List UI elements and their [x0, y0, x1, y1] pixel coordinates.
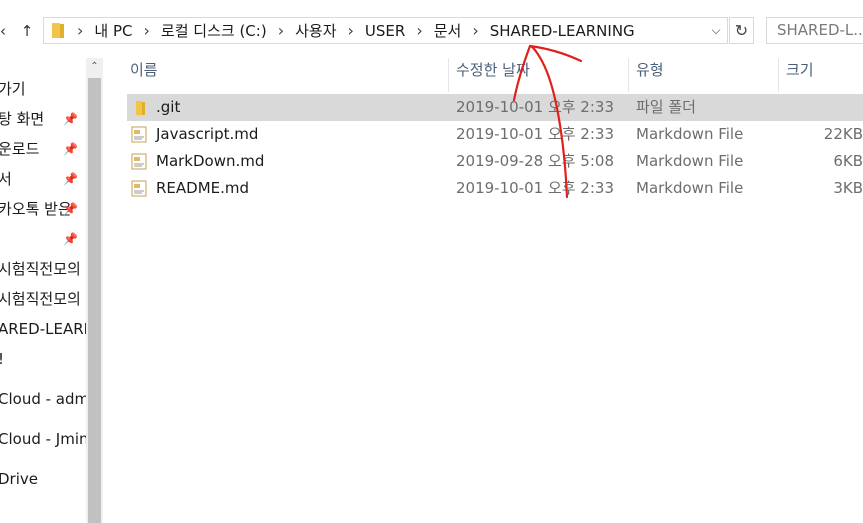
file-row-markdown-md[interactable]: MarkDown.md 2019-09-28 오후 5:08 Markdown … — [127, 148, 863, 175]
sidebar-item-misc[interactable]: ! — [0, 347, 86, 371]
sidebar-item-label: 서 — [0, 170, 12, 188]
back-chevron-icon[interactable]: ‹ — [0, 18, 12, 44]
sidebar-item-shared-learning[interactable]: ARED-LEARN — [0, 317, 86, 341]
breadcrumb-separator-icon[interactable]: › — [339, 21, 363, 40]
markdown-file-icon — [131, 153, 147, 170]
breadcrumb-separator-icon[interactable]: › — [135, 21, 159, 40]
breadcrumb-local-disk[interactable]: 로컬 디스크 (C:) — [159, 20, 269, 41]
file-row-javascript-md[interactable]: Javascript.md 2019-10-01 오후 2:33 Markdow… — [127, 121, 863, 148]
breadcrumb-shared-learning[interactable]: SHARED-LEARNING — [488, 22, 637, 40]
breadcrumb-separator-icon[interactable]: › — [463, 21, 487, 40]
file-name: Javascript.md — [156, 125, 259, 143]
sidebar-item-pictures[interactable]: 📌 — [0, 227, 86, 251]
markdown-file-icon — [131, 180, 147, 197]
breadcrumb-my-pc[interactable]: 내 PC — [92, 20, 134, 41]
sort-ascending-icon: ^ — [281, 58, 291, 65]
navigation-bar: ‹ ↑ › 내 PC › 로컬 디스크 (C:) › 사용자 › USER › … — [0, 0, 863, 58]
sidebar-item-label: ! — [0, 347, 4, 371]
file-name: README.md — [156, 179, 250, 197]
sidebar-item-label: Cloud - admi — [0, 390, 86, 408]
folder-icon — [136, 101, 145, 115]
breadcrumb: › 내 PC › 로컬 디스크 (C:) › 사용자 › USER › 문서 ›… — [68, 18, 637, 43]
sidebar-item-exam-folder-2[interactable]: 시험직전모의 — [0, 287, 86, 311]
scrollbar-thumb[interactable] — [88, 78, 101, 523]
file-name: MarkDown.md — [156, 152, 265, 170]
address-history-dropdown-icon[interactable]: ⌵ — [704, 17, 728, 44]
file-row-readme-md[interactable]: README.md 2019-10-01 오후 2:33 Markdown Fi… — [127, 175, 863, 202]
column-divider[interactable] — [628, 58, 629, 92]
refresh-icon[interactable]: ↻ — [729, 17, 754, 44]
file-list: ^ 이름 수정한 날짜 유형 크기 .git 2019-10-01 오후 2:3… — [103, 58, 863, 523]
column-divider[interactable] — [448, 58, 449, 92]
breadcrumb-separator-icon[interactable]: › — [269, 21, 293, 40]
file-row-git[interactable]: .git 2019-10-01 오후 2:33 파일 폴더 — [127, 94, 863, 121]
folder-icon — [52, 23, 64, 38]
column-header-name[interactable]: 이름 — [130, 58, 158, 82]
sidebar-item-exam-folder-1[interactable]: 시험직전모의 — [0, 257, 86, 281]
file-size: 22KB — [823, 125, 863, 143]
pin-icon: 📌 — [63, 202, 78, 216]
search-input[interactable]: SHARED-L... — [766, 17, 863, 44]
sidebar-item-label: 가기 — [0, 80, 26, 98]
column-header-size[interactable]: 크기 — [786, 58, 814, 82]
pin-icon: 📌 — [63, 142, 78, 156]
breadcrumb-users[interactable]: 사용자 — [293, 20, 338, 41]
sidebar-item-label: 시험직전모의 — [0, 260, 81, 278]
file-date-modified: 2019-09-28 오후 5:08 — [456, 152, 614, 170]
file-type: Markdown File — [636, 152, 744, 170]
sidebar-item-quick-access[interactable]: 가기 — [0, 77, 86, 101]
file-size — [807, 94, 863, 121]
pin-icon: 📌 — [63, 112, 78, 126]
navigation-pane: 가기 탕 화면 📌 운로드 📌 서 📌 카오톡 받은 📌 📌 시험직전모의 시험… — [0, 58, 86, 523]
pin-icon: 📌 — [63, 172, 78, 186]
breadcrumb-separator-icon[interactable]: › — [68, 21, 92, 40]
sidebar-item-label: 카오톡 받은 — [0, 200, 72, 218]
file-type: Markdown File — [636, 125, 744, 143]
sidebar-item-onedrive[interactable]: Drive — [0, 467, 86, 491]
sidebar-item-desktop[interactable]: 탕 화면 📌 — [0, 107, 86, 131]
file-type: 파일 폴더 — [636, 98, 696, 116]
file-name: .git — [156, 98, 181, 116]
sidebar-item-kakaotalk[interactable]: 카오톡 받은 📌 — [0, 197, 86, 221]
file-date-modified: 2019-10-01 오후 2:33 — [456, 125, 614, 143]
column-header-date-modified[interactable]: 수정한 날짜 — [456, 58, 530, 82]
up-arrow-icon[interactable]: ↑ — [18, 18, 36, 44]
sidebar-item-label: 운로드 — [0, 140, 40, 158]
breadcrumb-user[interactable]: USER — [363, 22, 407, 40]
sidebar-item-downloads[interactable]: 운로드 📌 — [0, 137, 86, 161]
sidebar-scrollbar[interactable]: ⌃ — [86, 58, 103, 523]
sidebar-item-label: Cloud - Jmin — [0, 430, 86, 448]
address-bar[interactable]: › 내 PC › 로컬 디스크 (C:) › 사용자 › USER › 문서 ›… — [43, 17, 728, 44]
breadcrumb-documents[interactable]: 문서 — [432, 20, 464, 41]
markdown-file-icon — [131, 126, 147, 143]
file-date-modified: 2019-10-01 오후 2:33 — [456, 98, 614, 116]
sidebar-item-icloud-jmin[interactable]: Cloud - Jmin — [0, 427, 86, 451]
column-header-type[interactable]: 유형 — [636, 58, 664, 82]
scroll-up-arrow-icon[interactable]: ⌃ — [86, 58, 103, 78]
file-size: 3KB — [833, 179, 863, 197]
file-date-modified: 2019-10-01 오후 2:33 — [456, 179, 614, 197]
sidebar-item-label: 시험직전모의 — [0, 290, 81, 308]
sidebar-item-documents[interactable]: 서 📌 — [0, 167, 86, 191]
sidebar-item-label: 탕 화면 — [0, 110, 45, 128]
sidebar-item-icloud-admin[interactable]: Cloud - admi — [0, 387, 86, 411]
sidebar-item-label: Drive — [0, 470, 38, 488]
breadcrumb-separator-icon[interactable]: › — [407, 21, 431, 40]
column-divider[interactable] — [778, 58, 779, 92]
file-type: Markdown File — [636, 179, 744, 197]
pin-icon: 📌 — [63, 232, 78, 246]
file-size: 6KB — [833, 152, 863, 170]
sidebar-item-label: ARED-LEARN — [0, 320, 86, 338]
